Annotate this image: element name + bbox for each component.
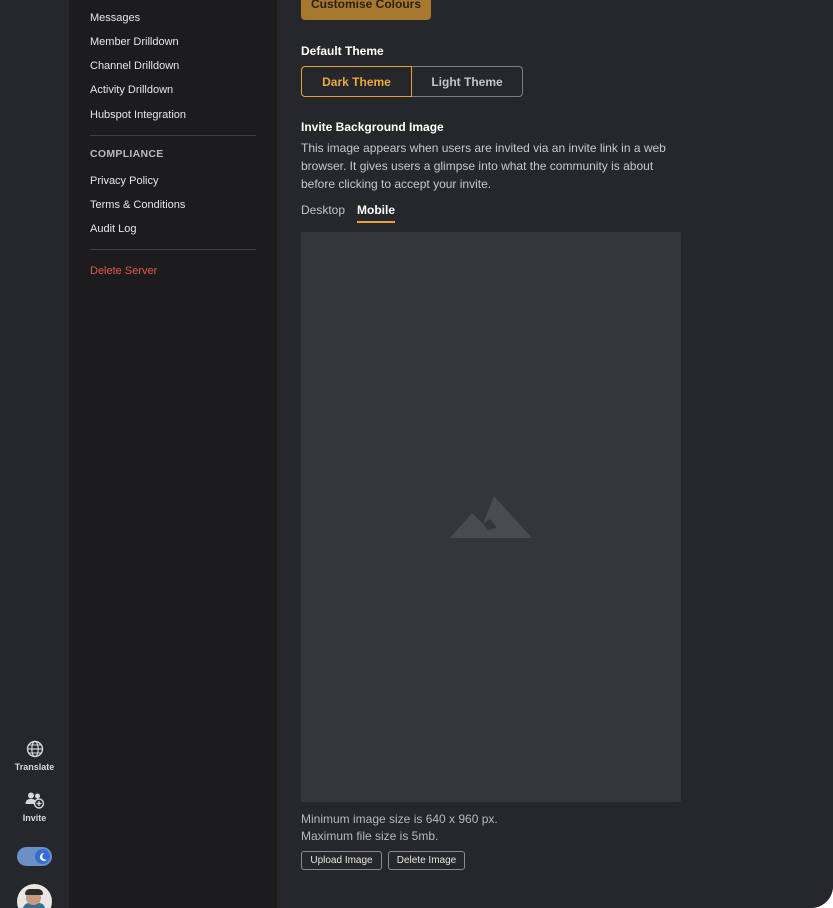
sidebar-item-hubspot-integration[interactable]: Hubspot Integration xyxy=(90,109,186,121)
globe-icon xyxy=(26,740,43,758)
sidebar-item-audit-log[interactable]: Audit Log xyxy=(90,223,136,235)
sidebar-item-member-drilldown[interactable]: Member Drilldown xyxy=(90,36,179,48)
translate-button[interactable]: Translate xyxy=(0,740,69,772)
settings-sidebar: Messages Member Drilldown Channel Drilld… xyxy=(69,0,277,908)
invite-background-title: Invite Background Image xyxy=(301,120,444,134)
add-users-icon xyxy=(25,792,44,809)
user-avatar[interactable] xyxy=(17,884,52,908)
sidebar-item-activity-drilldown[interactable]: Activity Drilldown xyxy=(90,84,173,96)
invite-button[interactable]: Invite xyxy=(0,791,69,823)
default-theme-title: Default Theme xyxy=(301,44,384,58)
max-file-hint: Maximum file size is 5mb. xyxy=(301,829,439,843)
upload-image-button[interactable]: Upload Image xyxy=(301,851,382,870)
light-theme-button[interactable]: Light Theme xyxy=(412,66,523,97)
compliance-heading: COMPLIANCE xyxy=(90,148,164,160)
theme-toggle[interactable] xyxy=(17,847,52,866)
min-size-hint: Minimum image size is 640 x 960 px. xyxy=(301,812,498,826)
sidebar-divider xyxy=(90,249,256,250)
left-rail: Translate Invite xyxy=(0,0,69,908)
invite-background-description: This image appears when users are invite… xyxy=(301,141,666,191)
app-frame: Translate Invite Messages Member Drilldo… xyxy=(0,0,833,908)
sidebar-item-terms-conditions[interactable]: Terms & Conditions xyxy=(90,199,185,211)
tab-mobile[interactable]: Mobile xyxy=(357,203,395,223)
customise-colours-button[interactable]: Customise Colours xyxy=(301,0,431,20)
sidebar-item-channel-drilldown[interactable]: Channel Drilldown xyxy=(90,60,179,72)
dark-theme-button[interactable]: Dark Theme xyxy=(301,66,412,97)
translate-label: Translate xyxy=(14,762,55,772)
sidebar-item-messages[interactable]: Messages xyxy=(90,12,140,24)
delete-image-button[interactable]: Delete Image xyxy=(388,851,465,870)
sidebar-item-delete-server[interactable]: Delete Server xyxy=(90,265,157,277)
main-content: Customise Colours Default Theme Dark The… xyxy=(277,0,833,908)
theme-selector: Dark Theme Light Theme xyxy=(301,66,523,97)
invite-label: Invite xyxy=(22,813,47,823)
sidebar-divider xyxy=(90,135,256,136)
sidebar-item-privacy-policy[interactable]: Privacy Policy xyxy=(90,175,158,187)
image-dropzone[interactable] xyxy=(301,232,681,802)
moon-icon xyxy=(35,849,50,864)
tab-desktop[interactable]: Desktop xyxy=(301,203,345,217)
image-placeholder-icon xyxy=(450,496,532,538)
